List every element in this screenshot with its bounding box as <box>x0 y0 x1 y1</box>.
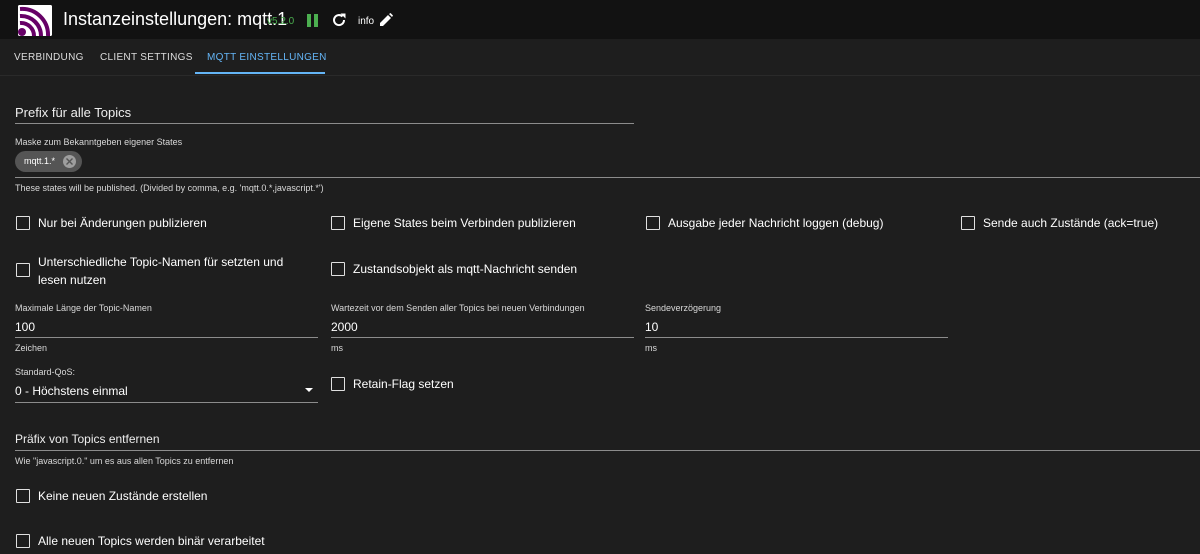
send-delay-helper: ms <box>645 343 657 353</box>
page-title: Instanzeinstellungen: mqtt.1 <box>63 9 288 29</box>
state-object-label: Zustandsobjekt als mqtt-Nachricht senden <box>353 262 578 276</box>
binary-topics-checkbox[interactable] <box>16 534 30 548</box>
tab-verbindung[interactable]: VERBINDUNG <box>14 52 84 63</box>
qos-select-underline <box>15 402 318 403</box>
remove-prefix-underline <box>15 450 1200 451</box>
chip-remove-icon[interactable] <box>63 155 76 168</box>
send-ack-checkbox[interactable] <box>961 216 975 230</box>
send-delay-input[interactable]: 10 <box>645 320 658 334</box>
state-object-checkbox[interactable] <box>331 262 345 276</box>
tab-mqtt-einstellungen[interactable]: MQTT EINSTELLUNGEN <box>207 52 327 63</box>
send-delay-label: Sendeverzögerung <box>645 303 722 313</box>
mask-chip[interactable]: mqtt.1.* <box>15 151 82 172</box>
tab-client-settings[interactable]: CLIENT SETTINGS <box>100 52 193 63</box>
info-link[interactable]: info <box>358 16 374 27</box>
mask-input-underline[interactable] <box>15 177 1200 178</box>
version-label: v5.2.0 <box>267 16 295 27</box>
wait-time-underline <box>331 337 634 338</box>
different-topic-names-label-line1: Unterschiedliche Topic-Namen für setzten… <box>38 255 284 269</box>
tab-bar: VERBINDUNG CLIENT SETTINGS MQTT EINSTELL… <box>0 39 1200 76</box>
max-topic-length-input[interactable]: 100 <box>15 320 35 334</box>
different-topic-names-checkbox[interactable] <box>16 263 30 277</box>
dropdown-arrow-icon[interactable] <box>305 388 313 392</box>
wait-time-helper: ms <box>331 343 343 353</box>
edit-button[interactable] <box>379 13 393 27</box>
reload-icon <box>333 13 346 27</box>
no-new-states-checkbox[interactable] <box>16 489 30 503</box>
qos-label: Standard-QoS: <box>15 367 76 377</box>
mask-helper: These states will be published. (Divided… <box>15 183 324 193</box>
mask-label: Maske zum Bekanntgeben eigener States <box>15 137 183 147</box>
remove-prefix-input[interactable]: Präfix von Topics entfernen <box>15 432 160 446</box>
max-topic-length-underline <box>15 337 318 338</box>
publish-on-change-checkbox[interactable] <box>16 216 30 230</box>
retain-flag-label: Retain-Flag setzen <box>353 377 454 391</box>
debug-log-checkbox[interactable] <box>646 216 660 230</box>
send-delay-underline <box>645 337 948 338</box>
prefix-input[interactable]: Prefix für alle Topics <box>15 105 131 120</box>
qos-select[interactable]: 0 - Höchstens einmal <box>15 384 128 398</box>
no-new-states-label: Keine neuen Zustände erstellen <box>38 489 208 503</box>
prefix-input-underline <box>15 123 634 124</box>
max-topic-length-label: Maximale Länge der Topic-Namen <box>15 303 152 313</box>
retain-flag-checkbox[interactable] <box>331 377 345 391</box>
pause-icon-bar <box>314 14 318 27</box>
mask-chip-label: mqtt.1.* <box>24 156 56 166</box>
publish-on-connect-label: Eigene States beim Verbinden publizieren <box>353 216 576 230</box>
wait-time-label: Wartezeit vor dem Senden aller Topics be… <box>331 303 585 313</box>
wait-time-input[interactable]: 2000 <box>331 320 358 334</box>
publish-on-change-label: Nur bei Änderungen publizieren <box>38 216 207 230</box>
pause-icon <box>307 14 311 27</box>
pencil-icon <box>380 13 393 26</box>
publish-on-connect-checkbox[interactable] <box>331 216 345 230</box>
mqtt-adapter-logo-icon <box>18 5 52 36</box>
active-tab-indicator <box>195 72 325 74</box>
restart-button[interactable] <box>331 12 347 28</box>
pause-instance-button[interactable] <box>307 14 319 27</box>
remove-prefix-helper: Wie "javascript.0." um es aus allen Topi… <box>15 456 234 466</box>
send-ack-label: Sende auch Zustände (ack=true) <box>983 216 1159 230</box>
debug-log-label: Ausgabe jeder Nachricht loggen (debug) <box>668 216 884 230</box>
max-topic-length-helper: Zeichen <box>15 343 48 353</box>
binary-topics-label: Alle neuen Topics werden binär verarbeit… <box>38 534 265 548</box>
different-topic-names-label-line2: lesen nutzen <box>38 273 107 287</box>
